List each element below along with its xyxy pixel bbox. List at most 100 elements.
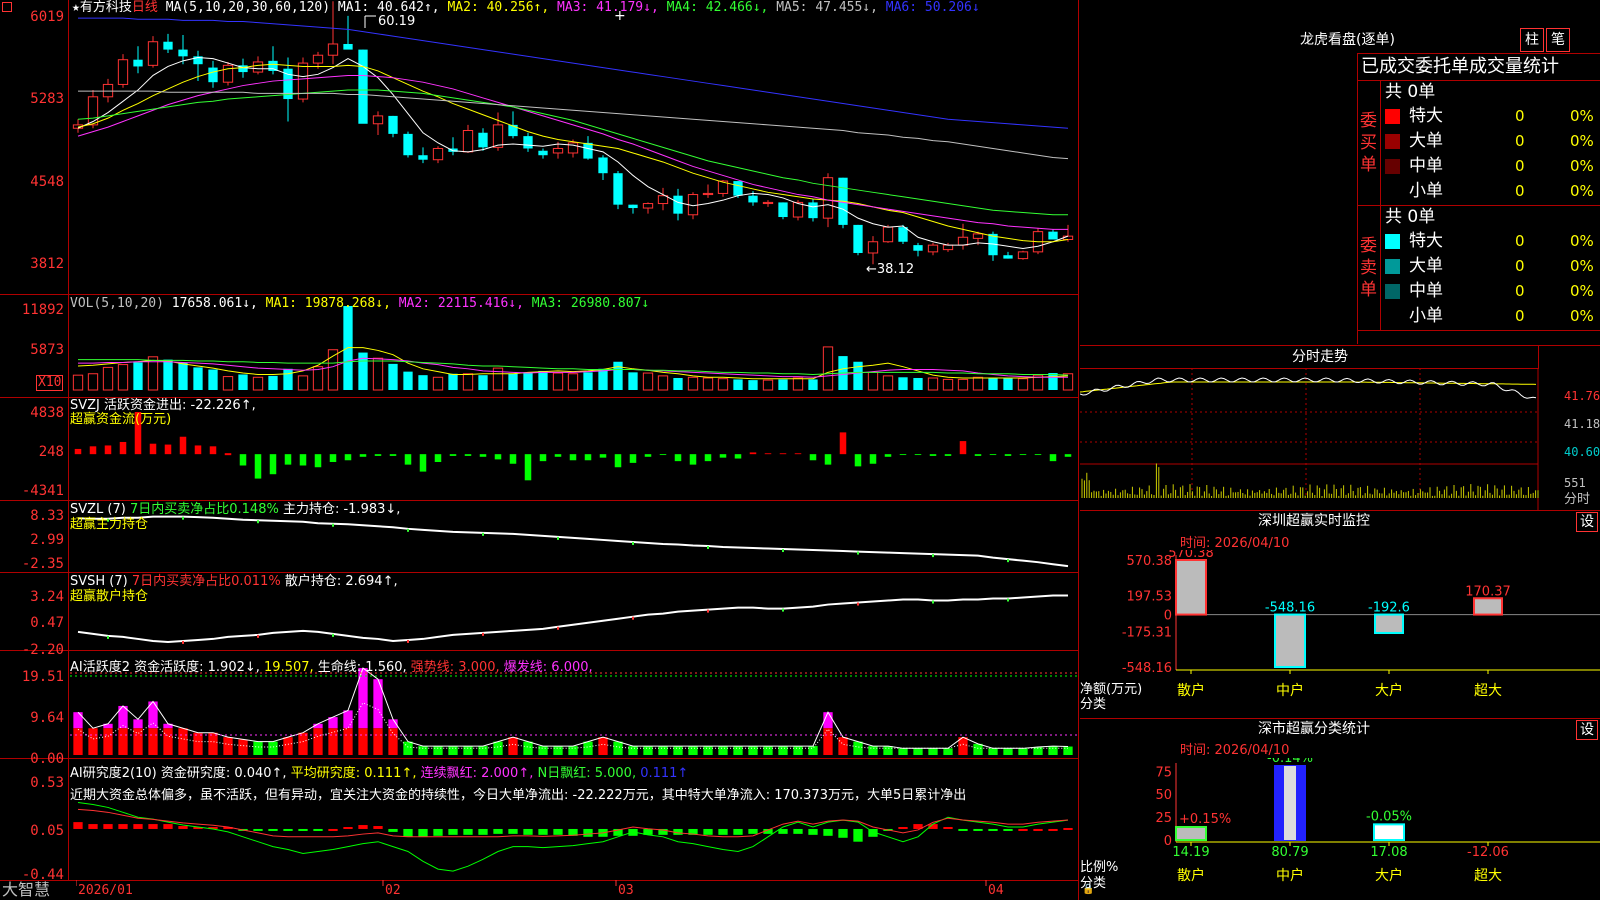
classify-chart: 75 50 25 0 +0.15% 14.19 散户 -0.14% 80.79 中户 -0.05% 1…: [1155, 758, 1600, 884]
fund-flow-bar: [1019, 454, 1027, 456]
research-bar: [523, 828, 533, 835]
activity-bar: [793, 746, 803, 755]
research-bar: [268, 828, 278, 831]
activity-bar: [928, 748, 938, 755]
research-bar: [808, 828, 818, 835]
activity-bar: [313, 728, 323, 755]
legend-swatch: [1385, 259, 1400, 274]
period-label[interactable]: 日线: [132, 0, 158, 15]
classify-settings-button[interactable]: 设: [1576, 720, 1598, 740]
research-bar: [703, 828, 713, 835]
classify-title: 深市超赢分类统计: [1258, 721, 1370, 737]
candle-body: [882, 226, 894, 243]
research-bar: [298, 828, 308, 831]
volume-bar: [882, 375, 894, 391]
order-row-count: 0: [1515, 157, 1525, 175]
indicator-value: MA2: 40.256↑,: [439, 0, 550, 15]
activity-bar: [838, 737, 848, 755]
volume-bar: [613, 361, 623, 390]
activity-bar: [493, 741, 503, 755]
candle-body: [972, 233, 984, 239]
volume-bar: [102, 366, 114, 391]
svzl-subtitle: 超赢主力持仓: [70, 517, 149, 532]
candle-body: [327, 43, 339, 56]
bar-mode-button[interactable]: 柱: [1520, 28, 1544, 52]
ma-label: MA(5,10,20,30,60,120): [165, 0, 331, 15]
research-bar: [88, 824, 98, 829]
fund-flow-bar: [914, 454, 922, 456]
volume-bar: [462, 373, 474, 391]
research-bar: [973, 828, 983, 831]
monitor-settings-button[interactable]: 设: [1576, 512, 1598, 532]
buy-total: 共 0单: [1385, 82, 1436, 102]
volume-bar: [283, 368, 293, 390]
activity-bar: [523, 741, 533, 755]
volume-bar: [717, 378, 729, 391]
activity-bar: [643, 746, 653, 755]
activity-bar: [448, 746, 458, 755]
candle-body: [178, 49, 188, 57]
fund-flow-bar: [89, 446, 97, 455]
fund-flow-bar: [434, 454, 442, 463]
research-bar: [793, 828, 803, 834]
volume-bar: [988, 377, 998, 390]
research-bar: [433, 828, 443, 836]
indicator-value: AI研究度2(10) 资金研究度: 0.040↑,: [70, 766, 287, 781]
volume-bar: [432, 376, 444, 391]
fund-flow-bar: [884, 454, 892, 457]
classify-bottom-label: 80.79: [1271, 845, 1308, 860]
classify-bar: [1373, 823, 1405, 842]
monitor-category: 中户: [1276, 682, 1304, 699]
candle-body: [102, 83, 114, 98]
order-row: 特大 0 0%: [1385, 104, 1600, 128]
fund-flow-bar: [869, 454, 877, 464]
volume-bar: [927, 377, 939, 391]
candle-body: [702, 192, 714, 196]
activity-bar: [88, 728, 98, 755]
volume-bar: [913, 377, 923, 390]
tick-mode-button[interactable]: 笔: [1546, 28, 1570, 52]
favorite-star-icon[interactable]: ★: [72, 0, 80, 15]
monitor-chart: 570.38 197.53 0-175.31 -548.16 570.38 散户 -548.…: [1122, 550, 1600, 699]
fund-flow-bar: [344, 454, 352, 461]
candle-body: [403, 133, 413, 156]
monitor-bar: [1374, 613, 1404, 634]
monitor-bar-label: 170.37: [1465, 584, 1511, 599]
svsh-title: SVSH (7) 7日内买卖净占比0.011% 散户持仓: 2.694↑,: [70, 574, 398, 590]
svzl-title: SVZL (7) 7日内买卖净占比0.148% 主力持仓: -1.983↓,: [70, 502, 400, 518]
order-row-percent: 0%: [1570, 257, 1594, 275]
indicator-value: MA2: 22115.416↓,: [390, 296, 524, 311]
main-holding-line: [77, 515, 1069, 568]
monitor-bar-label: -548.16: [1265, 601, 1315, 616]
indicator-value: MA1: 40.642↑,: [337, 0, 440, 15]
order-row: 大单 0 0%: [1385, 254, 1600, 278]
stock-name: 有方科技: [79, 0, 132, 15]
indicator-value: 强势线: 3.000,: [406, 660, 500, 675]
svsh-y-tick: 0.47: [30, 615, 64, 631]
res-y-tick: 0.53: [30, 775, 64, 791]
activity-bar: [898, 748, 908, 755]
vol-unit-button[interactable]: X10: [36, 375, 64, 391]
activity-bar: [868, 746, 878, 755]
res-y-tick: 0.05: [30, 823, 64, 839]
research-bar: [403, 828, 413, 837]
svzl-ratio: 7日内买卖净占比0.148%: [129, 502, 279, 517]
activity-bar: [103, 728, 113, 755]
activity-bar: [1048, 746, 1058, 755]
volume-bar: [642, 372, 654, 391]
volume-bar: [628, 372, 638, 390]
candle-body: [898, 227, 908, 242]
activity-bar: [343, 728, 353, 755]
intraday-chart[interactable]: [1080, 368, 1600, 510]
intraday-y-tick: 40.60: [1564, 445, 1600, 459]
k-line-chart-area[interactable]: 60.19 ←38.12 +: [0, 0, 1080, 900]
activity-bar: [748, 746, 758, 755]
volume-bar: [702, 377, 714, 391]
order-row-name: 小单: [1409, 306, 1443, 326]
retail-holding-line: [77, 594, 1069, 643]
volume-bar: [808, 379, 818, 390]
vol-value: 17658.061↓,: [171, 296, 258, 311]
activity-bar: [148, 728, 158, 755]
indicator-value: 连续飘红: 2.000↑,: [416, 766, 534, 781]
activity-bar: [943, 748, 953, 755]
